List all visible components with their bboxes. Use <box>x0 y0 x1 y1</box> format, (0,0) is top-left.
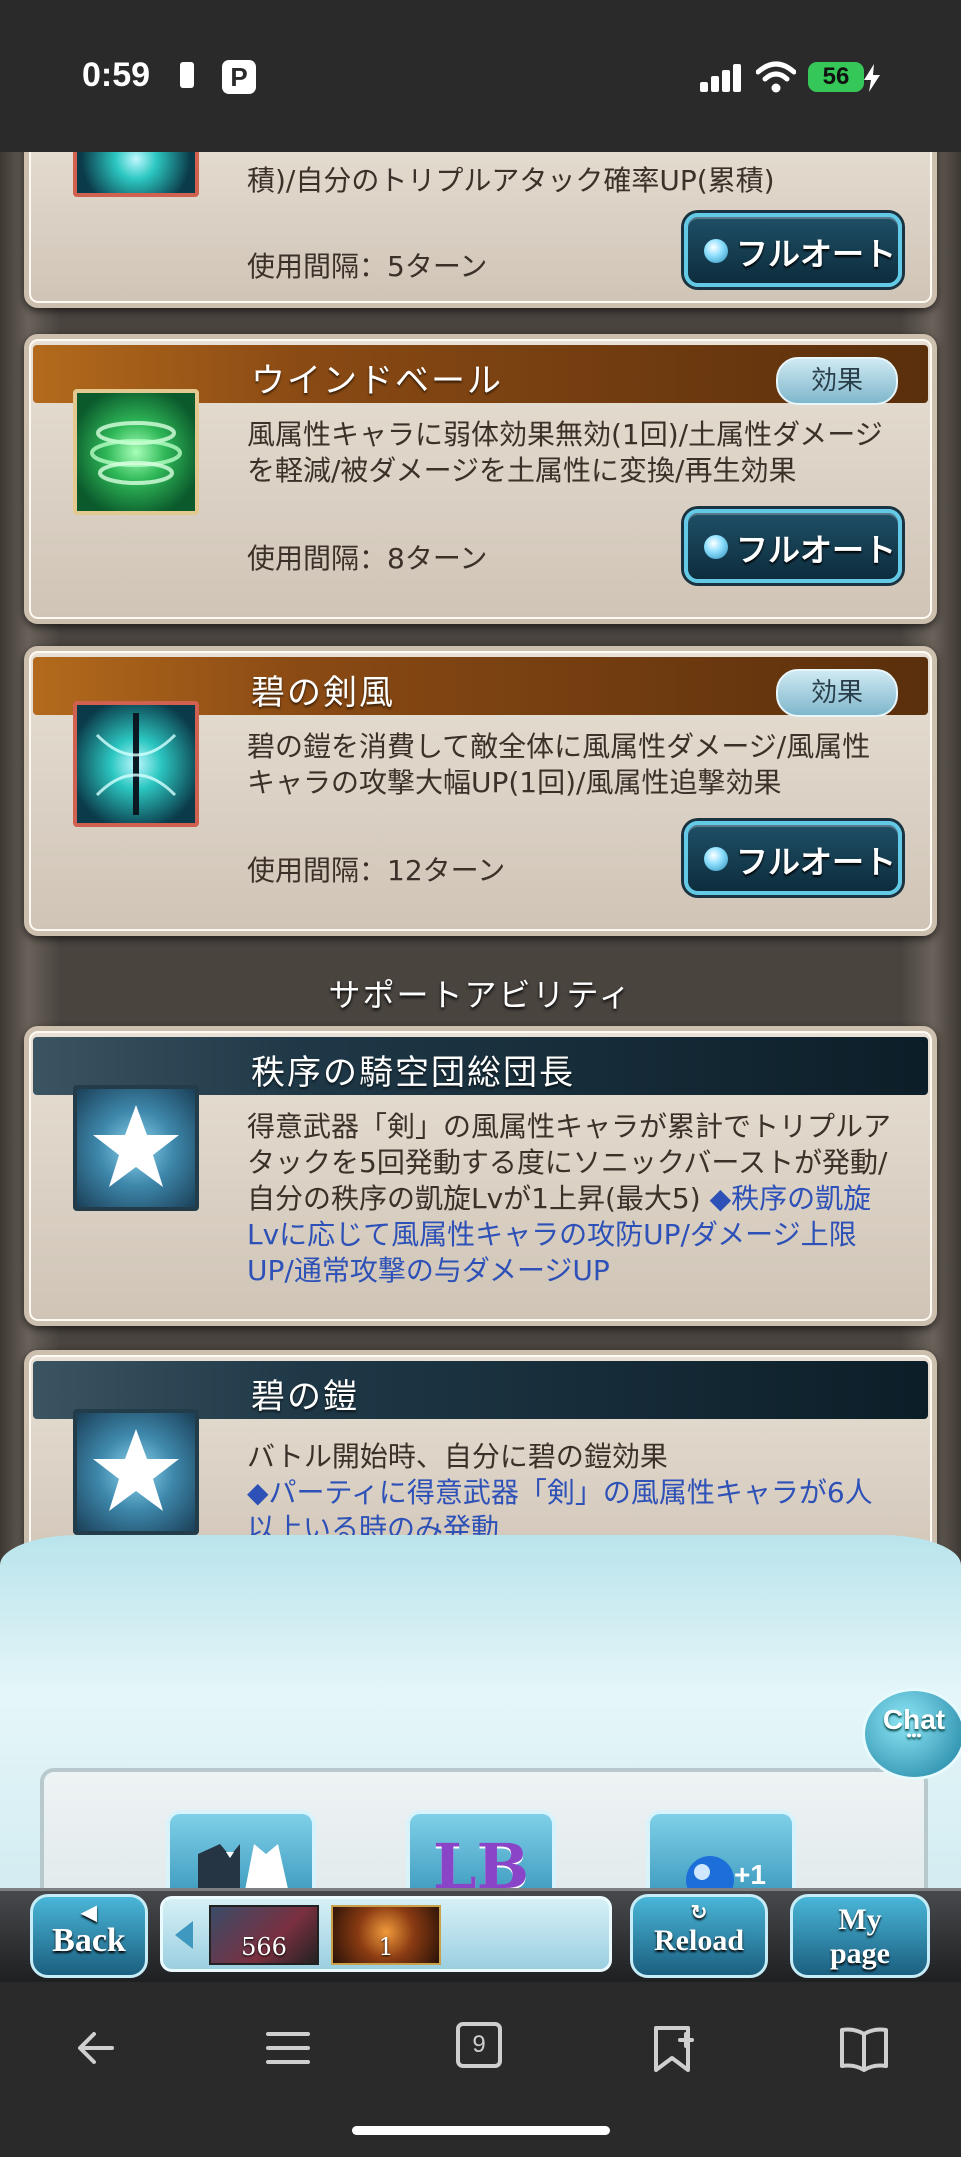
status-bar: 0:59 P 56 <box>0 0 961 152</box>
item-count: 1 <box>378 1933 394 1961</box>
ability-card-wind-veil: ウインドベール 効果 風属性キャラに弱体効果無効(1回)/土属性ダメージを軽減/… <box>24 334 937 624</box>
full-auto-button[interactable]: フルオート <box>684 213 902 287</box>
reload-label: Reload <box>654 1924 744 1957</box>
ability-description: 風属性キャラに弱体効果無効(1回)/土属性ダメージを軽減/被ダメージを土属性に変… <box>247 418 883 487</box>
ability-card-jade-sword-wind: 碧の剣風 効果 碧の鎧を消費して敵全体に風属性ダメージ/風属性キャラの攻撃大幅U… <box>24 646 937 936</box>
clock: 0:59 <box>82 56 151 94</box>
support-description: 得意武器「剣」の風属性キャラが累計でトリプルアタックを5回発動する度にソニックバ… <box>247 1109 892 1289</box>
bookmarks-book-icon[interactable] <box>836 2020 892 2076</box>
toggle-dot-icon <box>704 239 728 263</box>
ability-card: 積)/自分のトリプルアタック確率UP(累積) 使用間隔：5ターン フルオート <box>24 152 937 308</box>
full-auto-label: フルオート <box>736 235 897 273</box>
back-label: Back <box>52 1922 126 1959</box>
support-name: 秩序の騎空団総団長 <box>251 1053 575 1093</box>
full-auto-label: フルオート <box>736 531 897 569</box>
wind-veil-icon <box>73 389 199 515</box>
ability-name: ウインドベール <box>251 361 503 401</box>
chat-button[interactable]: Chat ••• <box>862 1688 961 1780</box>
battery-saver-icon <box>180 62 194 88</box>
reload-button[interactable]: ↻ Reload <box>630 1894 768 1978</box>
full-auto-label: フルオート <box>736 843 897 881</box>
effect-button[interactable]: 効果 <box>776 669 898 717</box>
reload-icon: ↻ <box>690 1902 708 1924</box>
item-slot-1[interactable]: 566 <box>209 1905 319 1965</box>
back-arrow-icon: ◀ <box>81 1902 97 1924</box>
charging-bolt-icon <box>864 64 880 92</box>
tab-switcher-button[interactable]: 9 <box>456 2022 502 2068</box>
add-bookmark-icon[interactable] <box>644 2020 700 2076</box>
cellular-signal-icon <box>700 64 744 92</box>
support-card-order-captain: 秩序の騎空団総団長 得意武器「剣」の風属性キャラが累計でトリプルアタックを5回発… <box>24 1026 937 1326</box>
star-icon <box>73 1409 199 1535</box>
ability-interval: 使用間隔：5ターン <box>247 250 488 283</box>
left-arrow-icon[interactable] <box>175 1921 193 1949</box>
chat-dots: ••• <box>906 1727 922 1743</box>
page-label: page <box>830 1937 890 1970</box>
jade-sword-wind-icon <box>73 701 199 827</box>
support-abilities-header: サポートアビリティ <box>0 970 961 1016</box>
my-page-button[interactable]: My page <box>790 1894 930 1978</box>
ability-interval: 使用間隔：12ターン <box>247 854 506 887</box>
support-description: バトル開始時、自分に碧の鎧効果 ◆パーティに得意武器「剣」の風属性キャラが6人以… <box>247 1439 892 1547</box>
back-arrow-icon[interactable] <box>68 2020 124 2076</box>
full-auto-button[interactable]: フルオート <box>684 821 902 895</box>
ability-interval: 使用間隔：8ターン <box>247 542 488 575</box>
home-indicator <box>352 2126 610 2135</box>
ability-description: 積)/自分のトリプルアタック確率UP(累積) <box>247 164 775 197</box>
effect-button[interactable]: 効果 <box>776 357 898 405</box>
item-shortcut-bar: 566 1 <box>160 1896 612 1972</box>
svg-text:+1: +1 <box>734 1859 766 1890</box>
full-auto-button[interactable]: フルオート <box>684 509 902 583</box>
toggle-dot-icon <box>704 535 728 559</box>
support-abilities-title: サポートアビリティ <box>328 976 633 1014</box>
item-count: 566 <box>241 1933 287 1961</box>
battery-level: 56 <box>808 62 864 92</box>
toggle-dot-icon <box>704 847 728 871</box>
wifi-icon <box>756 61 796 93</box>
support-name: 碧の鎧 <box>251 1377 359 1417</box>
paypay-icon: P <box>222 60 256 94</box>
item-slot-2[interactable]: 1 <box>331 1905 441 1965</box>
menu-icon[interactable] <box>260 2020 316 2076</box>
ability-icon <box>73 152 199 197</box>
my-label: My <box>838 1903 882 1936</box>
ability-name: 碧の剣風 <box>251 673 395 713</box>
ability-description: 碧の鎧を消費して敵全体に風属性ダメージ/風属性キャラの攻撃大幅UP(1回)/風属… <box>247 730 871 799</box>
star-icon <box>73 1085 199 1211</box>
back-button[interactable]: ◀ Back <box>30 1894 148 1978</box>
support-desc-text: バトル開始時、自分に碧の鎧効果 <box>247 1440 668 1473</box>
